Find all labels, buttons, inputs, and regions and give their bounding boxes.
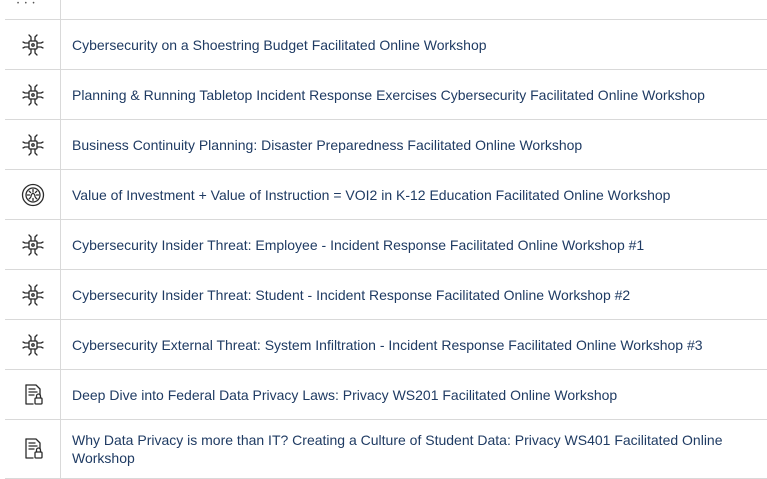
workshop-link[interactable]: Planning & Running Tabletop Incident Res… (72, 86, 705, 104)
workshop-link[interactable]: Cybersecurity Insider Threat: Student - … (72, 286, 630, 304)
table-row: Cybersecurity External Threat: System In… (5, 320, 767, 370)
circuit-chip-icon (21, 133, 44, 156)
circuit-chip-icon (21, 33, 44, 56)
table-row: Planning & Running Tabletop Incident Res… (5, 70, 767, 120)
table-row: Deep Dive into Federal Data Privacy Laws… (5, 370, 767, 420)
table-row: Cybersecurity Insider Threat: Student - … (5, 270, 767, 320)
icon-cell (5, 70, 61, 119)
icon-cell (5, 270, 61, 319)
partial-icon-cell: • • • (5, 0, 61, 19)
workshop-link[interactable]: Cybersecurity Insider Threat: Employee -… (72, 236, 644, 254)
circuit-chip-icon (21, 83, 44, 106)
workshop-link[interactable]: Value of Investment + Value of Instructi… (72, 186, 670, 204)
workshop-link[interactable]: Why Data Privacy is more than IT? Creati… (72, 431, 759, 467)
icon-cell (5, 420, 61, 478)
icon-cell (5, 120, 61, 169)
table-row-partial: • • • (5, 0, 767, 20)
workshop-link[interactable]: Cybersecurity External Threat: System In… (72, 336, 703, 354)
workshop-link[interactable]: Deep Dive into Federal Data Privacy Laws… (72, 386, 617, 404)
table-row: Cybersecurity on a Shoestring Budget Fac… (5, 20, 767, 70)
partial-icon: • • • (17, 1, 37, 7)
workshop-link[interactable]: Business Continuity Planning: Disaster P… (72, 136, 582, 154)
table-row: Value of Investment + Value of Instructi… (5, 170, 767, 220)
circuit-chip-icon (21, 233, 44, 256)
circuit-chip-icon (21, 283, 44, 306)
icon-cell (5, 370, 61, 419)
document-lock-icon (24, 383, 43, 405)
table-row: Business Continuity Planning: Disaster P… (5, 120, 767, 170)
icon-cell (5, 170, 61, 219)
icon-cell (5, 20, 61, 69)
table-row: Cybersecurity Insider Threat: Employee -… (5, 220, 767, 270)
table-row: Why Data Privacy is more than IT? Creati… (5, 420, 767, 479)
workshop-table: • • • Cybersecurity on a Shoestring Budg… (5, 0, 767, 479)
workshop-link[interactable]: Cybersecurity on a Shoestring Budget Fac… (72, 36, 487, 54)
icon-cell (5, 220, 61, 269)
icon-cell (5, 320, 61, 369)
gear-badge-icon (21, 183, 44, 206)
document-lock-icon (24, 438, 43, 459)
circuit-chip-icon (21, 333, 44, 356)
